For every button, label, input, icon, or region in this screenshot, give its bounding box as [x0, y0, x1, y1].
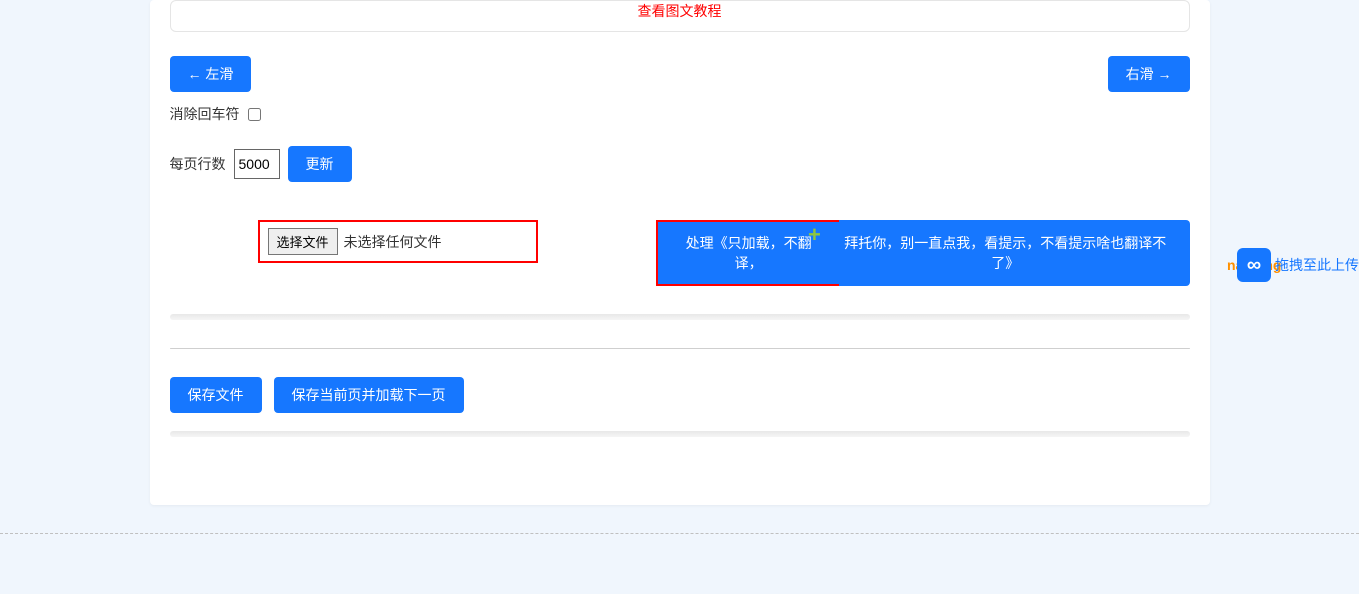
file-process-row: 选择文件 未选择任何文件 处理《只加载，不翻译， + 拜托你，别一直点我，看提示… — [258, 220, 1190, 286]
process-button-left-label: 处理《只加载，不翻译， — [686, 235, 812, 271]
divider-2 — [170, 348, 1190, 349]
rows-per-page-row: 每页行数 更新 — [170, 146, 1190, 182]
process-highlight-border: 处理《只加载，不翻译， + — [656, 220, 839, 286]
tutorial-link[interactable]: 查看图文教程 — [638, 1, 722, 31]
file-status-text: 未选择任何文件 — [344, 232, 442, 252]
file-input-group: 选择文件 未选择任何文件 — [258, 220, 539, 263]
drag-upload-text: 拖拽至此上传 — [1275, 257, 1359, 273]
remove-cr-checkbox[interactable] — [248, 108, 261, 121]
remove-cr-row: 消除回车符 — [170, 104, 1190, 124]
badge-text-holder: nan ong 拖拽至此上传 — [1267, 255, 1359, 275]
nav-row: ← 左滑 右滑 → — [170, 56, 1190, 92]
tutorial-section: 查看图文教程 — [150, 0, 1210, 56]
remove-cr-label: 消除回车符 — [170, 104, 240, 124]
main-card: 查看图文教程 ← 左滑 右滑 → 消除回车符 每页行数 更新 选择文件 未选择任… — [150, 0, 1210, 505]
swipe-right-button[interactable]: 右滑 → — [1108, 56, 1190, 92]
footer-divider — [0, 533, 1359, 534]
choose-file-button[interactable]: 选择文件 — [268, 228, 338, 255]
process-button-wrapper: 处理《只加载，不翻译， + 拜托你，别一直点我，看提示，不看提示啥也翻译不了》 — [656, 220, 1189, 286]
process-button-right[interactable]: 拜托你，别一直点我，看提示，不看提示啥也翻译不了》 — [839, 220, 1190, 286]
page-background: 查看图文教程 ← 左滑 右滑 → 消除回车符 每页行数 更新 选择文件 未选择任… — [0, 0, 1359, 594]
rows-per-page-input[interactable] — [234, 149, 280, 179]
save-row: 保存文件 保存当前页并加载下一页 — [170, 377, 1190, 413]
save-and-next-button[interactable]: 保存当前页并加载下一页 — [274, 377, 464, 413]
rows-per-page-label: 每页行数 — [170, 154, 226, 174]
link-icon: ∞ — [1237, 248, 1271, 282]
divider-3 — [170, 431, 1190, 437]
swipe-left-button[interactable]: ← 左滑 — [170, 56, 252, 92]
divider-1 — [170, 314, 1190, 320]
save-file-button[interactable]: 保存文件 — [170, 377, 262, 413]
update-button[interactable]: 更新 — [288, 146, 352, 182]
tutorial-box: 查看图文教程 — [170, 0, 1190, 32]
upload-side-badge[interactable]: ∞ nan ong 拖拽至此上传 — [1237, 248, 1359, 282]
controls-section: ← 左滑 右滑 → 消除回车符 每页行数 更新 选择文件 未选择任何文件 — [150, 56, 1210, 505]
process-button-left[interactable]: 处理《只加载，不翻译， + — [658, 222, 839, 284]
